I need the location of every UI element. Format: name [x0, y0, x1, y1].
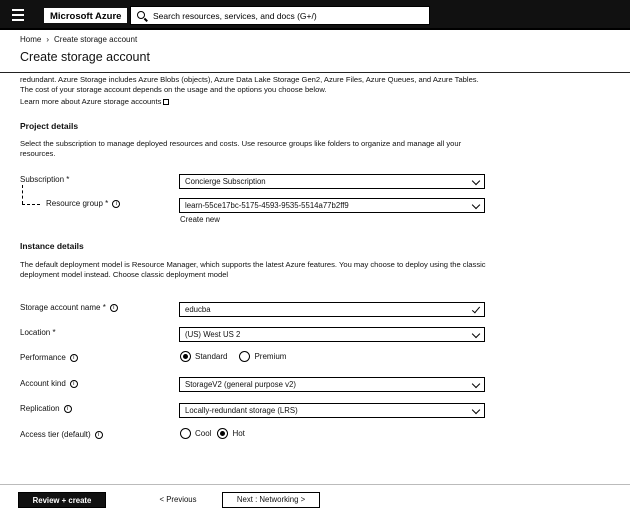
replication-label: Replication i: [20, 404, 72, 413]
resource-group-label-text: Resource group *: [46, 199, 109, 208]
account-kind-select[interactable]: StorageV2 (general purpose v2): [179, 377, 485, 392]
footer-divider: [0, 484, 630, 485]
access-tier-label-text: Access tier (default): [20, 430, 91, 439]
account-kind-label-text: Account kind: [20, 379, 66, 388]
info-icon[interactable]: i: [63, 404, 72, 413]
subscription-label-text: Subscription *: [20, 175, 70, 184]
classic-deployment-link[interactable]: Choose classic deployment model: [113, 270, 228, 279]
intro-text: redundant. Azure Storage includes Azure …: [20, 75, 479, 94]
review-create-button[interactable]: Review + create: [18, 492, 106, 508]
search-icon: [137, 11, 145, 19]
breadcrumb-current[interactable]: Create storage account: [54, 35, 137, 44]
subscription-value: Concierge Subscription: [185, 177, 266, 186]
info-icon[interactable]: i: [112, 199, 121, 208]
breadcrumb-home-link[interactable]: Home: [20, 35, 41, 44]
azure-brand-logo[interactable]: Microsoft Azure: [44, 8, 128, 23]
radio-unselected-icon[interactable]: [239, 351, 251, 362]
create-new-resource-group-link[interactable]: Create new: [180, 215, 220, 224]
resource-group-label: Resource group * i: [46, 199, 121, 208]
instance-details-description: The default deployment model is Resource…: [20, 260, 490, 279]
project-details-title: Project details: [20, 121, 79, 131]
performance-radio-group: Standard Premium: [180, 351, 286, 362]
previous-button[interactable]: < Previous: [152, 492, 204, 508]
replication-label-text: Replication: [20, 404, 60, 413]
resource-group-value: learn-55ce17bc-5175-4593-9535-5514a77b2f…: [185, 201, 349, 210]
search-placeholder: Search resources, services, and docs (G+…: [153, 11, 317, 21]
access-tier-radio-group: Cool Hot: [180, 428, 245, 439]
top-bar: Microsoft Azure Search resources, servic…: [0, 0, 630, 30]
info-icon[interactable]: i: [109, 303, 118, 312]
access-tier-label: Access tier (default) i: [20, 430, 103, 439]
radio-selected-icon[interactable]: [180, 351, 191, 362]
radio-selected-icon[interactable]: [217, 428, 229, 439]
radio-unselected-icon[interactable]: [180, 428, 191, 439]
chevron-right-icon: ›: [46, 35, 50, 44]
account-kind-value: StorageV2 (general purpose v2): [185, 380, 296, 389]
chevron-down-icon: [471, 200, 481, 210]
account-kind-label: Account kind i: [20, 379, 78, 388]
tree-connector: [22, 185, 23, 204]
instance-details-title: Instance details: [20, 241, 84, 251]
chevron-down-icon: [471, 176, 481, 186]
access-tier-hot-label: Hot: [232, 429, 245, 438]
access-tier-cool-radio[interactable]: Cool: [180, 428, 211, 439]
performance-label: Performance i: [20, 353, 78, 362]
location-label: Location *: [20, 328, 56, 337]
performance-premium-radio[interactable]: Premium: [239, 351, 286, 362]
replication-value: Locally-redundant storage (LRS): [185, 406, 298, 415]
storage-account-name-input[interactable]: educba: [179, 302, 485, 317]
replication-select[interactable]: Locally-redundant storage (LRS): [179, 403, 485, 418]
info-icon[interactable]: i: [69, 353, 78, 362]
subscription-select[interactable]: Concierge Subscription: [179, 174, 485, 189]
performance-premium-label: Premium: [254, 352, 287, 361]
global-search-input[interactable]: Search resources, services, and docs (G+…: [130, 6, 430, 25]
chevron-down-icon: [471, 329, 481, 339]
learn-more-link[interactable]: Learn more about Azure storage accounts: [20, 97, 170, 106]
subscription-label: Subscription *: [20, 175, 69, 184]
performance-standard-label: Standard: [195, 352, 228, 361]
storage-name-value: educba: [185, 305, 211, 314]
project-details-description: Select the subscription to manage deploy…: [20, 139, 462, 158]
storage-name-label: Storage account name * i: [20, 303, 118, 312]
checkmark-icon: [471, 304, 481, 314]
external-link-icon: [163, 99, 170, 105]
performance-standard-radio[interactable]: Standard: [180, 351, 227, 362]
resource-group-select[interactable]: learn-55ce17bc-5175-4593-9535-5514a77b2f…: [179, 198, 485, 213]
access-tier-hot-radio[interactable]: Hot: [217, 428, 245, 439]
chevron-down-icon: [471, 405, 481, 415]
location-value: (US) West US 2: [185, 330, 241, 339]
info-icon[interactable]: i: [94, 430, 103, 439]
instance-details-text: The default deployment model is Resource…: [20, 260, 486, 279]
performance-label-text: Performance: [20, 353, 66, 362]
hamburger-menu-icon[interactable]: [12, 9, 24, 21]
learn-more-label[interactable]: Learn more about Azure storage accounts: [20, 97, 161, 106]
info-icon[interactable]: i: [69, 379, 78, 388]
location-select[interactable]: (US) West US 2: [179, 327, 485, 342]
next-networking-button[interactable]: Next : Networking >: [222, 492, 320, 508]
page-title: Create storage account: [20, 50, 150, 64]
storage-name-label-text: Storage account name *: [20, 303, 106, 312]
breadcrumb: Home › Create storage account: [20, 35, 137, 44]
location-label-text: Location *: [20, 328, 56, 337]
access-tier-cool-label: Cool: [195, 429, 212, 438]
chevron-down-icon: [471, 379, 481, 389]
title-divider: [0, 72, 630, 73]
tree-connector-horizontal: [22, 204, 40, 205]
